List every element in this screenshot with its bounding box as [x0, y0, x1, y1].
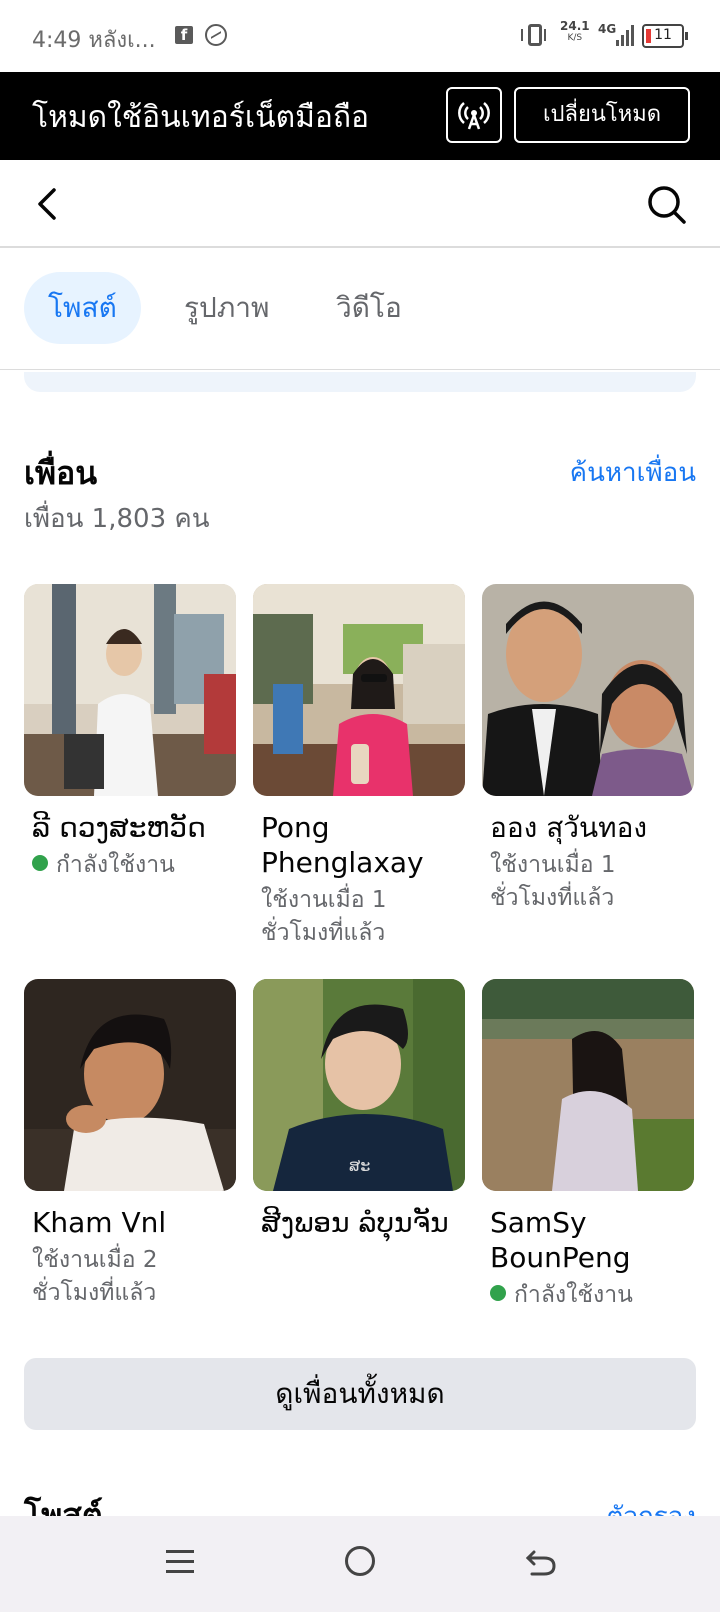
see-all-friends-button[interactable]: ดูเพื่อนทั้งหมด: [24, 1358, 696, 1430]
friend-card[interactable]: Kham Vnl ใช้งานเมื่อ 2 ชั่วโมงที่แล้ว: [24, 979, 236, 1310]
friends-count: เพื่อน 1,803 คน: [24, 504, 210, 534]
signal-icon: [616, 22, 638, 46]
friend-card[interactable]: ສະ ສີງພອນ ລໍບຸນຈັນ: [253, 979, 465, 1240]
tab-photos[interactable]: รูปภาพ: [160, 272, 293, 344]
back-gesture-icon[interactable]: [524, 1544, 558, 1578]
mobile-data-banner: โหมดใช้อินเทอร์เน็ตมือถือ เปลี่ยนโหมด: [0, 72, 720, 160]
friend-name[interactable]: ສີງພອນ ລໍບຸນຈັນ: [253, 1205, 465, 1240]
friend-status: ใช้งานเมื่อ 1 ชั่วโมงที่แล้ว: [261, 887, 387, 946]
friend-name[interactable]: ລີ ດວງສະຫວັດ: [24, 810, 236, 845]
friend-photo[interactable]: ສະ: [253, 979, 465, 1191]
switch-mode-button[interactable]: เปลี่ยนโหมด: [514, 87, 690, 143]
vibrate-icon: [521, 24, 546, 46]
friend-card[interactable]: SamSy BounPeng กำลังใช้งาน: [482, 979, 694, 1312]
status-time: 4:49 หลังเ...: [32, 28, 156, 53]
profile-tabs: โพสต์ รูปภาพ วิดีโอ: [0, 250, 720, 370]
friend-card[interactable]: ออง สุวันทอง ใช้งานเมื่อ 1 ชั่วโมงที่แล้…: [482, 584, 694, 915]
system-nav-bar: [0, 1516, 720, 1612]
friend-status-text: กำลังใช้งาน: [56, 852, 175, 878]
online-indicator: [32, 855, 48, 871]
home-circle-icon[interactable]: [345, 1546, 375, 1576]
find-friends-link[interactable]: ค้นหาเพื่อน: [570, 452, 696, 493]
content-strip: [24, 372, 696, 392]
friends-title: เพื่อน: [24, 454, 98, 492]
friend-status: ใช้งานเมื่อ 1 ชั่วโมงที่แล้ว: [490, 852, 616, 911]
tab-posts[interactable]: โพสต์: [24, 272, 141, 344]
status-bar: 4:49 หลังเ... f 24.1 K/S 4G 11: [0, 0, 720, 72]
network-speed: 24.1 K/S: [560, 20, 590, 44]
network-speed-unit: K/S: [567, 33, 583, 43]
friend-name[interactable]: ออง สุวันทอง: [482, 810, 694, 845]
online-indicator: [490, 1285, 506, 1301]
friend-photo[interactable]: [482, 979, 694, 1191]
friend-photo[interactable]: [482, 584, 694, 796]
friend-status: ใช้งานเมื่อ 2 ชั่วโมงที่แล้ว: [32, 1247, 158, 1306]
friend-card[interactable]: ລີ ດວງສະຫວັດ กำลังใช้งาน: [24, 584, 236, 882]
friend-name[interactable]: Pong Phenglaxay: [253, 810, 465, 880]
search-icon[interactable]: [646, 184, 688, 226]
friend-name[interactable]: Kham Vnl: [24, 1205, 236, 1240]
friend-photo[interactable]: [253, 584, 465, 796]
friend-photo[interactable]: [24, 979, 236, 1191]
friend-status: กำลังใช้งาน: [482, 1279, 694, 1312]
friend-status-text: กำลังใช้งาน: [514, 1282, 633, 1308]
back-arrow-icon[interactable]: [30, 184, 70, 224]
battery-icon: 11: [642, 24, 688, 48]
messenger-notification-icon: [205, 24, 227, 46]
facebook-notification-icon: f: [175, 26, 193, 44]
friend-status: กำลังใช้งาน: [24, 849, 236, 882]
svg-text:ສະ: ສະ: [349, 1156, 370, 1175]
friend-card[interactable]: Pong Phenglaxay ใช้งานเมื่อ 1 ชั่วโมงที่…: [253, 584, 465, 950]
network-type: 4G: [598, 22, 617, 36]
friend-name[interactable]: SamSy BounPeng: [482, 1205, 694, 1275]
page-header: [0, 160, 720, 248]
network-speed-value: 24.1: [560, 19, 590, 33]
friend-photo[interactable]: [24, 584, 236, 796]
menu-icon[interactable]: [166, 1548, 194, 1576]
hotspot-button[interactable]: [446, 87, 502, 143]
banner-text: โหมดใช้อินเทอร์เน็ตมือถือ: [32, 100, 370, 135]
tab-videos[interactable]: วิดีโอ: [312, 272, 426, 344]
hotspot-icon: [458, 102, 490, 130]
